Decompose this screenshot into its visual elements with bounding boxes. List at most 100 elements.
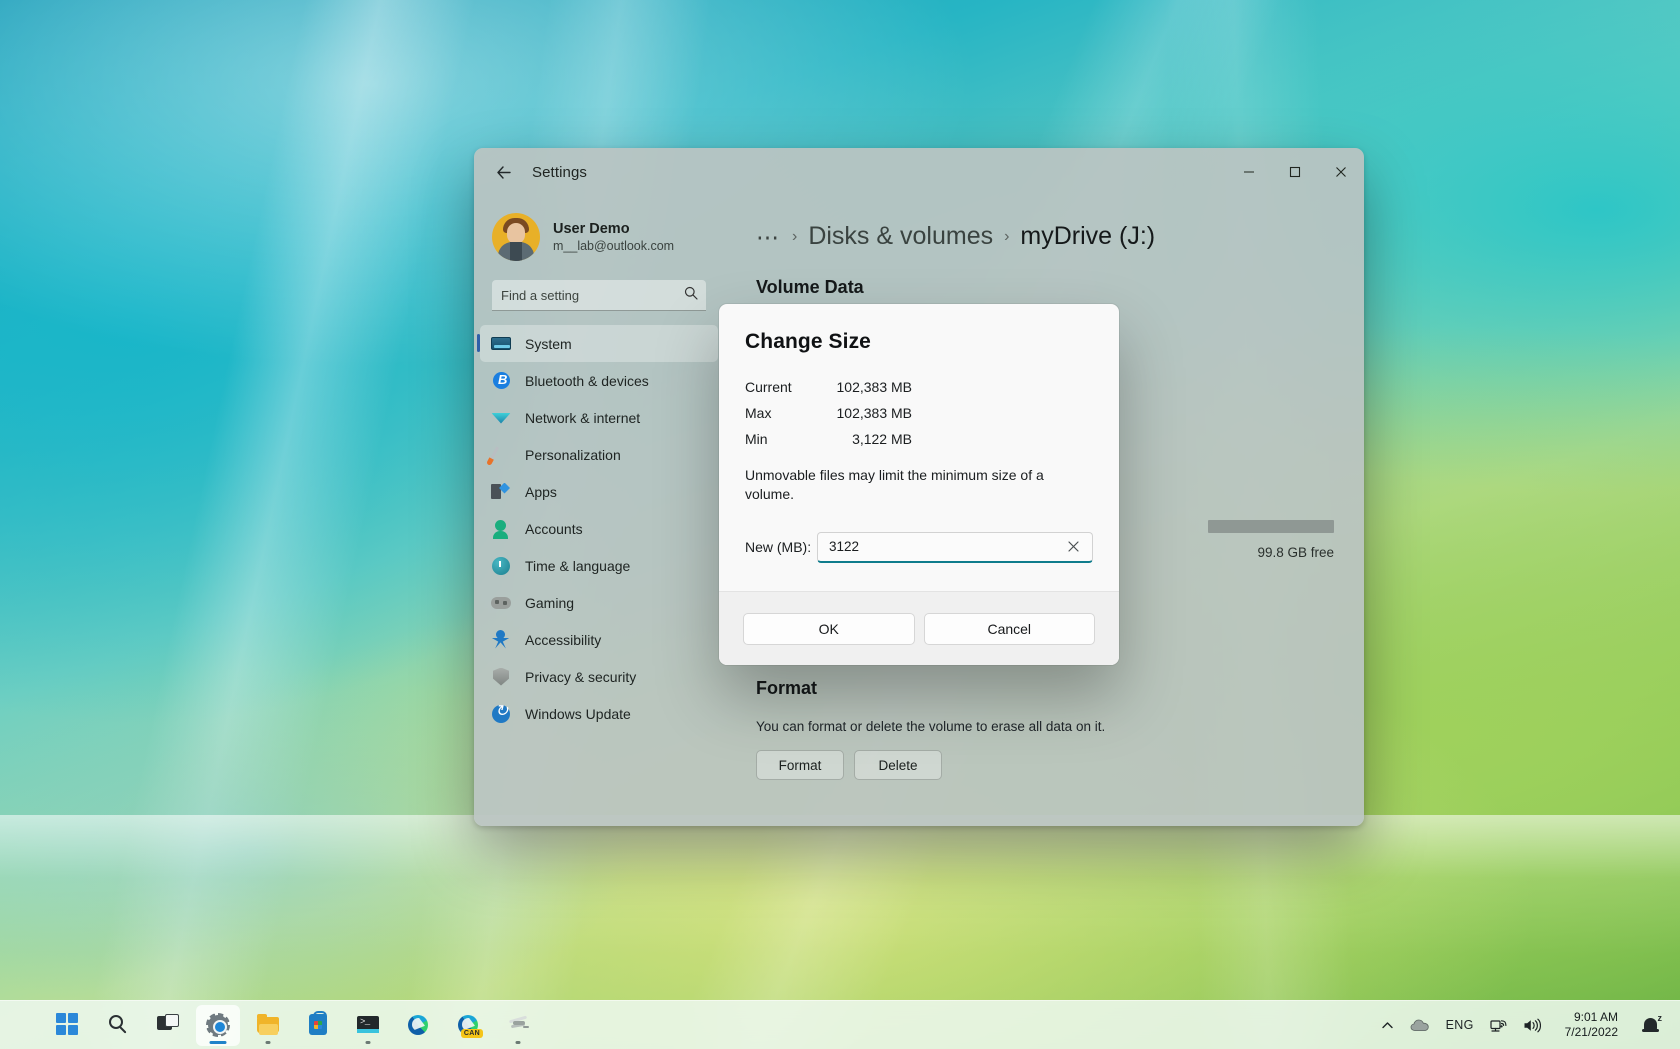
sidebar-item-system[interactable]: System: [480, 325, 718, 362]
sidebar-item-network-internet[interactable]: Network & internet: [480, 399, 718, 436]
sidebar-item-label: Gaming: [525, 595, 574, 611]
profile-text: User Demo m__lab@outlook.com: [553, 221, 674, 253]
search-input[interactable]: [501, 288, 697, 303]
sidebar-item-time-language[interactable]: Time & language: [480, 547, 718, 584]
volume-tray-button[interactable]: [1515, 1005, 1549, 1046]
cancel-button[interactable]: Cancel: [924, 613, 1096, 645]
task-view-button[interactable]: [146, 1005, 190, 1046]
edge-icon: [406, 1013, 430, 1037]
new-size-label: New (MB):: [745, 539, 817, 555]
sidebar-item-apps[interactable]: Apps: [480, 473, 718, 510]
sidebar-item-label: Accounts: [525, 521, 583, 537]
windows-logo-icon: [56, 1013, 80, 1037]
clock-globe-icon: [490, 556, 512, 576]
sidebar-item-bluetooth-devices[interactable]: Bluetooth & devices: [480, 362, 718, 399]
row-value: 3,122 MB: [817, 431, 912, 447]
system-icon: [490, 334, 512, 354]
user-profile[interactable]: User Demo m__lab@outlook.com: [474, 196, 724, 270]
back-button[interactable]: [486, 155, 520, 189]
taskbar-file-explorer[interactable]: [246, 1005, 290, 1046]
store-icon: [306, 1013, 330, 1037]
close-icon[interactable]: [1062, 536, 1084, 558]
apps-icon: [490, 482, 512, 502]
tray-overflow-button[interactable]: [1373, 1005, 1402, 1046]
taskbar-edge-canary[interactable]: CAN: [446, 1005, 490, 1046]
dnd-badge: z: [1658, 1013, 1663, 1023]
format-section: Format You can format or delete the volu…: [756, 678, 1105, 780]
sidebar-item-accounts[interactable]: Accounts: [480, 510, 718, 547]
breadcrumb: ⋯ › Disks & volumes › myDrive (J:): [756, 222, 1334, 251]
new-size-input-box[interactable]: [817, 532, 1093, 563]
taskbar-airplane-tool[interactable]: [496, 1005, 540, 1046]
breadcrumb-link-disks-volumes[interactable]: Disks & volumes: [808, 222, 993, 251]
sidebar-item-windows-update[interactable]: Windows Update: [480, 695, 718, 732]
language-indicator[interactable]: ENG: [1438, 1005, 1482, 1046]
sidebar-item-label: Network & internet: [525, 410, 640, 426]
breadcrumb-separator: ›: [792, 228, 797, 246]
taskbar-settings[interactable]: [196, 1005, 240, 1046]
sidebar-item-label: Bluetooth & devices: [525, 373, 649, 389]
dialog-note: Unmovable files may limit the minimum si…: [745, 466, 1093, 504]
taskbar-terminal[interactable]: [346, 1005, 390, 1046]
shield-icon: [490, 667, 512, 687]
edge-canary-icon: CAN: [456, 1013, 480, 1037]
bluetooth-icon: [490, 371, 512, 391]
search-button[interactable]: [96, 1005, 140, 1046]
dialog-title: Change Size: [745, 330, 1093, 354]
search-container: [474, 270, 724, 323]
taskbar-edge[interactable]: [396, 1005, 440, 1046]
onedrive-tray-button[interactable]: [1402, 1005, 1438, 1046]
volume-bar-track: [1208, 520, 1334, 533]
change-size-dialog: Change Size Current 102,383 MB Max 102,3…: [719, 304, 1119, 665]
delete-button[interactable]: Delete: [854, 750, 942, 780]
accounts-icon: [490, 519, 512, 539]
network-tray-button[interactable]: [1482, 1005, 1515, 1046]
folder-icon: [256, 1013, 280, 1037]
speaker-icon: [1523, 1018, 1541, 1033]
sidebar-item-label: Personalization: [525, 447, 621, 463]
close-button[interactable]: [1318, 148, 1364, 196]
terminal-icon: [356, 1013, 380, 1037]
row-key: Min: [745, 431, 817, 447]
clock: 9:01 AM 7/21/2022: [1557, 1010, 1626, 1040]
window-title: Settings: [532, 164, 587, 181]
sidebar-item-gaming[interactable]: Gaming: [480, 584, 718, 621]
running-indicator: [266, 1041, 271, 1044]
tray-date: 7/21/2022: [1565, 1025, 1618, 1040]
sidebar-item-personalization[interactable]: Personalization: [480, 436, 718, 473]
dialog-content: Change Size Current 102,383 MB Max 102,3…: [719, 304, 1119, 591]
dialog-size-rows: Current 102,383 MB Max 102,383 MB Min 3,…: [745, 374, 1093, 452]
running-indicator: [516, 1041, 521, 1044]
sidebar-item-accessibility[interactable]: Accessibility: [480, 621, 718, 658]
tray-time: 9:01 AM: [1565, 1010, 1618, 1025]
taskbar: CAN ENG: [0, 1000, 1680, 1049]
sidebar-item-label: Apps: [525, 484, 557, 500]
notification-button[interactable]: z: [1634, 1005, 1668, 1046]
search-box[interactable]: [492, 280, 706, 311]
search-icon: [684, 286, 698, 305]
maximize-icon: [1289, 166, 1301, 178]
clock-button[interactable]: 9:01 AM 7/21/2022: [1549, 1005, 1634, 1046]
taskbar-microsoft-store[interactable]: [296, 1005, 340, 1046]
back-arrow-icon: [495, 164, 512, 181]
volume-data-title: Volume Data: [756, 277, 1334, 298]
onedrive-cloud-icon: [1410, 1018, 1430, 1033]
row-key: Max: [745, 405, 817, 421]
format-button[interactable]: Format: [756, 750, 844, 780]
sidebar-nav: System Bluetooth & devices Network & int…: [474, 323, 724, 732]
maximize-button[interactable]: [1272, 148, 1318, 196]
start-button[interactable]: [46, 1005, 90, 1046]
volume-usage-bar: 99.8 GB free: [1208, 520, 1334, 560]
breadcrumb-current-mydrive: myDrive (J:): [1020, 222, 1155, 251]
breadcrumb-overflow-button[interactable]: ⋯: [756, 230, 781, 244]
format-description: You can format or delete the volume to e…: [756, 719, 1105, 734]
sidebar-item-label: Windows Update: [525, 706, 631, 722]
dialog-row-min: Min 3,122 MB: [745, 426, 1093, 452]
row-key: Current: [745, 379, 817, 395]
minimize-button[interactable]: [1226, 148, 1272, 196]
minimize-icon: [1243, 166, 1255, 178]
ok-button[interactable]: OK: [743, 613, 915, 645]
sidebar-item-privacy-security[interactable]: Privacy & security: [480, 658, 718, 695]
task-view-icon: [156, 1013, 180, 1037]
new-size-input[interactable]: [829, 539, 1062, 554]
